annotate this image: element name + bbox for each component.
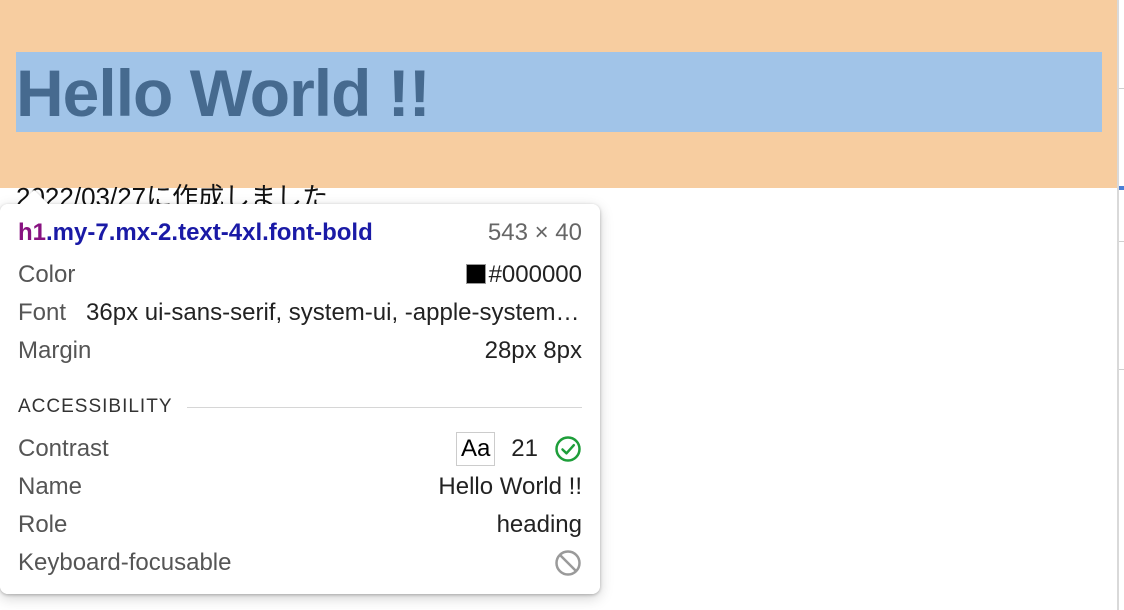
role-value: heading xyxy=(496,511,582,538)
font-value: 36px ui-sans-serif, system-ui, -apple-sy… xyxy=(86,299,582,326)
contrast-row: Contrast Aa 21 xyxy=(18,432,582,466)
element-selector: h1.my-7.mx-2.text-4xl.font-bold xyxy=(18,219,373,247)
page-heading: Hello World !! xyxy=(16,56,431,130)
keyboard-focusable-label: Keyboard-focusable xyxy=(18,549,232,576)
color-swatch xyxy=(465,264,486,284)
check-circle-icon xyxy=(555,436,581,462)
inspector-tooltip: h1.my-7.mx-2.text-4xl.font-bold 543 × 40… xyxy=(0,189,600,594)
edge-tick xyxy=(1119,88,1124,89)
color-label: Color xyxy=(18,261,76,288)
edge-tick xyxy=(1119,241,1124,242)
keyboard-focusable-row: Keyboard-focusable xyxy=(18,548,582,578)
element-selector-row: h1.my-7.mx-2.text-4xl.font-bold 543 × 40 xyxy=(18,218,582,248)
contrast-label: Contrast xyxy=(18,435,109,462)
color-hex: #000000 xyxy=(488,261,582,288)
edge-tick xyxy=(1119,369,1124,370)
margin-label: Margin xyxy=(18,337,92,364)
name-label: Name xyxy=(18,473,83,500)
role-label: Role xyxy=(18,511,68,538)
name-value: Hello World !! xyxy=(438,473,582,500)
margin-value: 28px 8px xyxy=(484,337,582,364)
color-value: #000000 xyxy=(465,261,582,289)
element-classes: .my-7.mx-2.text-4xl.font-bold xyxy=(46,219,373,246)
name-row: Name Hello World !! xyxy=(18,472,582,502)
element-dimensions: 543 × 40 xyxy=(487,219,582,246)
contrast-ratio: 21 xyxy=(511,435,538,462)
margin-row: Margin 28px 8px xyxy=(18,336,582,366)
element-tag: h1 xyxy=(18,219,47,246)
contrast-value-group: Aa 21 xyxy=(455,432,582,466)
section-divider xyxy=(186,406,582,408)
color-row: Color #000000 xyxy=(18,260,582,290)
prohibited-icon xyxy=(555,550,581,576)
font-row: Font 36px ui-sans-serif, system-ui, -app… xyxy=(18,298,582,328)
accessibility-title: ACCESSIBILITY xyxy=(18,396,173,417)
contrast-sample: Aa xyxy=(455,432,496,466)
role-row: Role heading xyxy=(18,510,582,540)
edge-accent xyxy=(1119,186,1124,190)
accessibility-section-header: ACCESSIBILITY xyxy=(18,396,582,418)
viewport-right-edge xyxy=(1117,0,1119,610)
font-label: Font xyxy=(18,299,67,326)
